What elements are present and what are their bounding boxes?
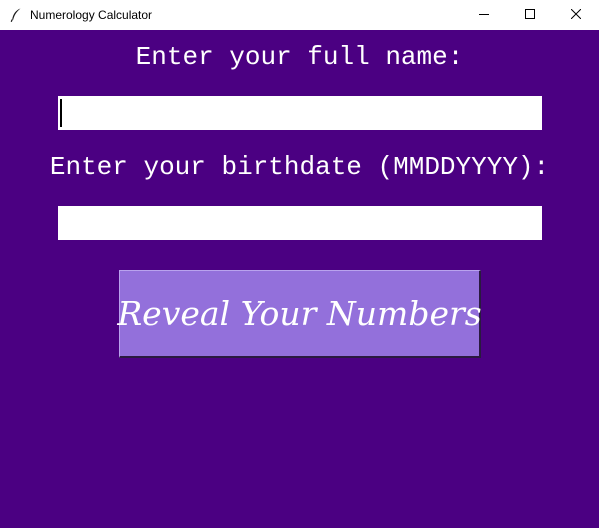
birthdate-label: Enter your birthdate (MMDDYYYY): xyxy=(49,152,550,182)
form-area: Enter your full name: Enter your birthda… xyxy=(0,30,599,528)
name-input[interactable] xyxy=(58,96,542,130)
birthdate-input[interactable] xyxy=(58,206,542,240)
window-title: Numerology Calculator xyxy=(30,8,153,22)
maximize-icon xyxy=(525,8,535,22)
window-controls xyxy=(461,0,599,30)
text-cursor xyxy=(60,99,62,127)
app-window: Numerology Calculator Enter your full na… xyxy=(0,0,599,528)
title-bar[interactable]: Numerology Calculator xyxy=(0,0,599,30)
close-button[interactable] xyxy=(553,0,599,30)
minimize-button[interactable] xyxy=(461,0,507,30)
reveal-numbers-button[interactable]: Reveal Your Numbers xyxy=(117,270,482,358)
name-label: Enter your full name: xyxy=(135,42,464,72)
feather-icon xyxy=(8,7,24,23)
close-icon xyxy=(570,8,582,22)
minimize-icon xyxy=(479,8,489,22)
maximize-button[interactable] xyxy=(507,0,553,30)
